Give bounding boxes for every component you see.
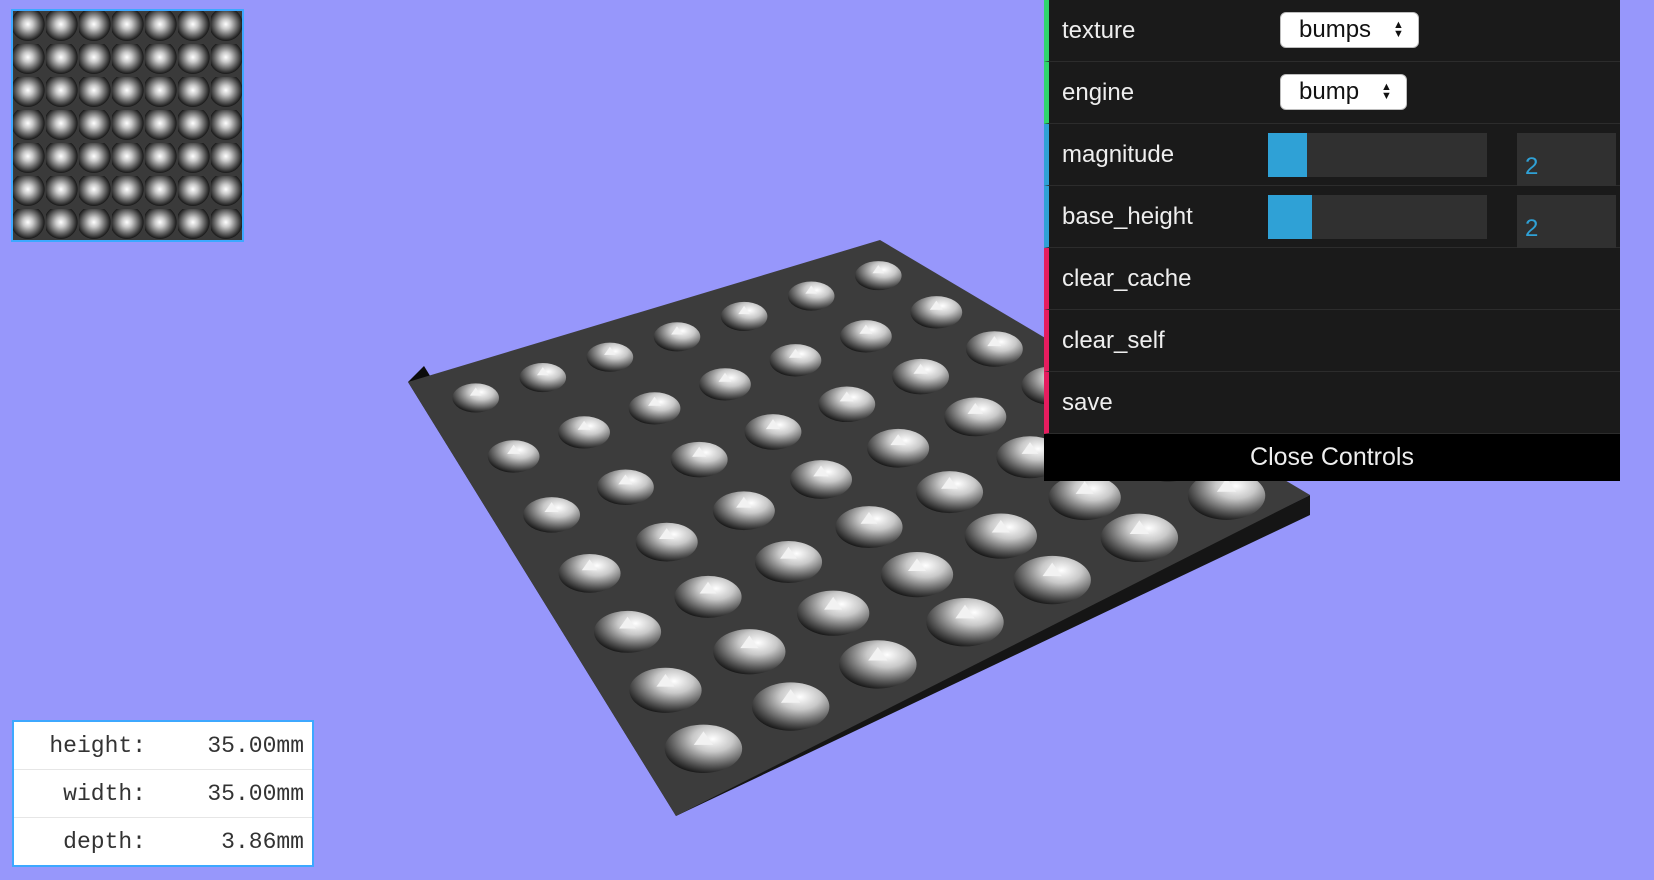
clear-cache-button[interactable]: clear_cache [1044,248,1620,310]
magnitude-slider-fill [1268,133,1308,177]
magnitude-control: magnitude 2 [1044,124,1620,186]
clear-self-label: clear_self [1062,326,1165,354]
dimension-value: 35.00mm [207,780,304,807]
magnitude-label: magnitude [1062,140,1175,168]
clear-cache-label: clear_cache [1062,264,1192,292]
texture-preview-thumbnail [11,9,244,242]
base-height-control: base_height 2 [1044,186,1620,248]
clear-self-button[interactable]: clear_self [1044,310,1620,372]
dimension-row-width: width: 35.00mm [14,770,312,818]
texture-select-value: bumps [1299,16,1372,43]
texture-control: texture bumps ▲ ▼ [1044,0,1620,62]
dimension-key: depth: [63,828,146,855]
select-arrows-icon: ▲ ▼ [1381,81,1392,102]
dimension-row-height: height: 35.00mm [14,722,312,770]
dimensions-panel: height: 35.00mm width: 35.00mm depth: 3.… [12,720,314,867]
select-arrows-icon: ▲ ▼ [1393,19,1404,40]
texture-select[interactable]: bumps ▲ ▼ [1280,12,1419,48]
save-label: save [1062,388,1113,416]
dimension-row-depth: depth: 3.86mm [14,818,312,865]
engine-select[interactable]: bump ▲ ▼ [1280,74,1407,110]
close-controls-button[interactable]: Close Controls [1044,434,1620,481]
dimension-value: 3.86mm [221,828,304,855]
engine-select-value: bump [1299,78,1360,105]
texture-label: texture [1062,16,1136,44]
dimension-key: width: [63,780,146,807]
base-height-input[interactable]: 2 [1517,195,1616,248]
engine-label: engine [1062,78,1135,106]
save-button[interactable]: save [1044,372,1620,434]
base-height-slider[interactable] [1268,195,1487,239]
dimension-key: height: [49,732,146,759]
magnitude-slider[interactable] [1268,133,1487,177]
controls-panel: texture bumps ▲ ▼ engine bump ▲ ▼ magnitud… [1044,0,1620,481]
base-height-label: base_height [1062,202,1193,230]
engine-control: engine bump ▲ ▼ [1044,62,1620,124]
magnitude-input[interactable]: 2 [1517,133,1616,186]
base-height-slider-fill [1268,195,1312,239]
dimension-value: 35.00mm [207,732,304,759]
